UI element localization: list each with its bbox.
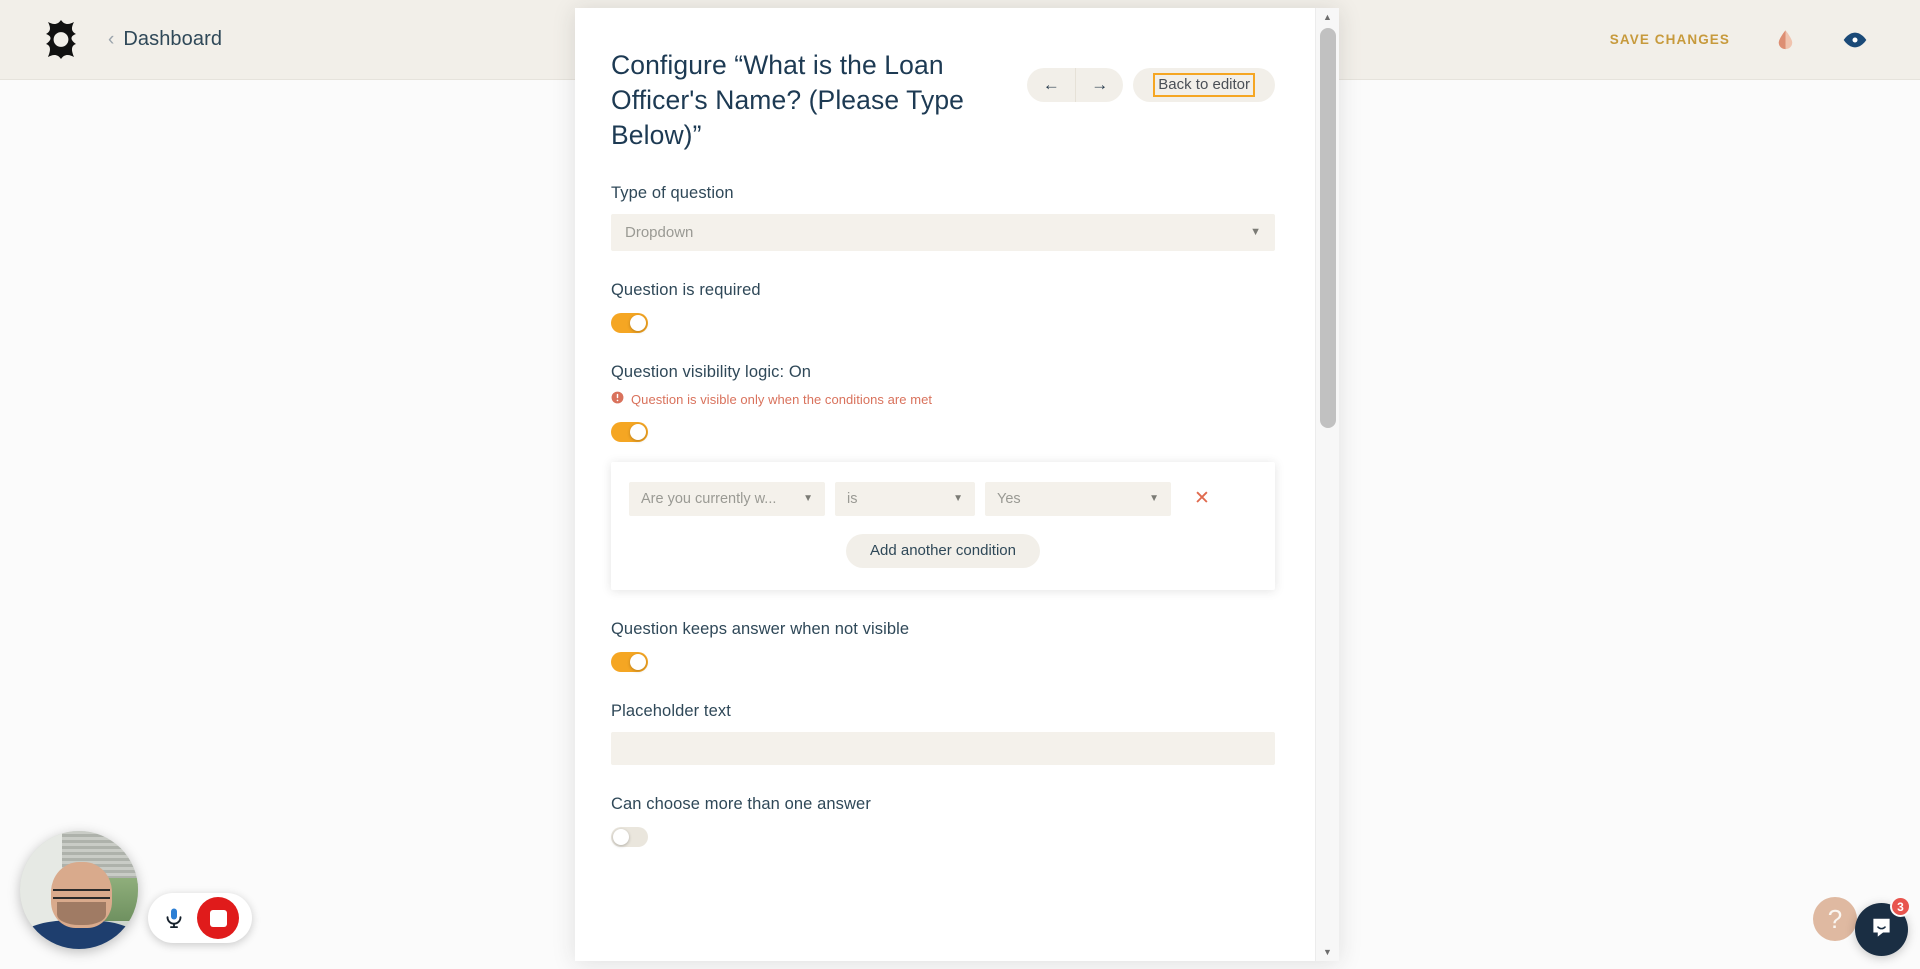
configure-question-modal: Configure “What is the Loan Officer's Na…	[575, 8, 1339, 961]
visibility-logic-hint: Question is visible only when the condit…	[611, 391, 1275, 409]
chevron-down-icon: ▼	[803, 493, 813, 505]
remove-condition-button[interactable]: ✕	[1189, 486, 1215, 512]
back-to-editor-button[interactable]: Back to editor	[1133, 68, 1275, 102]
chevron-left-icon: ‹	[108, 29, 115, 50]
modal-header: Configure “What is the Loan Officer's Na…	[611, 48, 1275, 154]
field-placeholder-text: Placeholder text	[611, 702, 1275, 765]
field-type-of-question: Type of question Dropdown ▼	[611, 184, 1275, 251]
visibility-logic-toggle[interactable]	[611, 421, 648, 442]
modal-header-actions: ← → Back to editor	[1027, 48, 1275, 102]
scroll-up-arrow[interactable]: ▲	[1316, 8, 1339, 26]
intercom-chat-icon	[1869, 915, 1894, 945]
breadcrumb-dashboard[interactable]: ‹ Dashboard	[108, 28, 222, 51]
toggle-knob	[630, 423, 646, 440]
condition-question-select[interactable]: Are you currently w... ▼	[629, 481, 825, 516]
modal-scrollbar[interactable]: ▲ ▼	[1315, 8, 1339, 961]
app-logo-star-icon[interactable]	[40, 19, 82, 61]
toggle-knob	[630, 653, 646, 670]
scroll-down-arrow[interactable]: ▼	[1316, 943, 1339, 961]
scrollbar-thumb[interactable]	[1320, 28, 1336, 428]
modal-title: Configure “What is the Loan Officer's Na…	[611, 50, 965, 151]
recorder-controls	[148, 893, 252, 943]
field-question-required: Question is required	[611, 281, 1275, 333]
keeps-answer-toggle[interactable]	[611, 651, 648, 672]
chat-unread-badge: 3	[1890, 896, 1911, 917]
help-button[interactable]: ?	[1813, 897, 1857, 941]
toggle-knob	[630, 314, 646, 331]
add-condition-row: Add another condition	[629, 533, 1257, 568]
eye-icon[interactable]	[1840, 25, 1870, 55]
type-of-question-value: Dropdown	[625, 223, 694, 241]
multi-answer-label: Can choose more than one answer	[611, 794, 871, 813]
stop-square-icon	[209, 909, 227, 927]
webcam-self-view-avatar[interactable]	[20, 831, 138, 949]
question-required-label: Question is required	[611, 280, 761, 299]
field-multi-answer: Can choose more than one answer	[611, 795, 1275, 847]
screen-recorder-widget	[12, 828, 262, 958]
chevron-down-icon: ▼	[1149, 493, 1159, 505]
question-nav-group: ← →	[1027, 68, 1124, 102]
microphone-icon[interactable]	[157, 901, 191, 935]
condition-operator-select[interactable]: is ▼	[835, 481, 975, 516]
question-required-toggle[interactable]	[611, 312, 648, 333]
type-of-question-label: Type of question	[611, 183, 734, 202]
toggle-knob	[613, 828, 629, 845]
breadcrumb-label: Dashboard	[123, 28, 223, 50]
question-mark-icon: ?	[1827, 904, 1843, 934]
webcam-person-beard	[56, 901, 107, 926]
condition-row: Are you currently w... ▼ is ▼ Yes ▼ ✕	[629, 481, 1257, 516]
condition-operator-value: is	[847, 490, 858, 507]
info-icon	[611, 391, 624, 409]
droplet-icon[interactable]	[1770, 25, 1800, 55]
placeholder-text-label: Placeholder text	[611, 701, 731, 720]
back-to-editor-label: Back to editor	[1153, 73, 1255, 97]
modal-content: Configure “What is the Loan Officer's Na…	[575, 8, 1315, 961]
webcam-person-glasses	[53, 888, 110, 900]
top-header-actions: SAVE CHANGES	[1610, 25, 1892, 55]
add-another-condition-button[interactable]: Add another condition	[846, 533, 1040, 568]
app-root: ‹ Dashboard SAVE CHANGES Configure “What…	[0, 0, 1920, 969]
field-keeps-answer: Question keeps answer when not visible	[611, 620, 1275, 672]
conditions-card: Are you currently w... ▼ is ▼ Yes ▼ ✕ Ad…	[611, 461, 1275, 590]
type-of-question-select[interactable]: Dropdown ▼	[611, 213, 1275, 251]
previous-question-button[interactable]: ←	[1027, 68, 1075, 102]
field-visibility-logic: Question visibility logic: On Question i…	[611, 363, 1275, 442]
chevron-down-icon: ▼	[1250, 226, 1261, 239]
visibility-logic-hint-text: Question is visible only when the condit…	[631, 392, 933, 408]
placeholder-text-input[interactable]	[611, 731, 1275, 765]
stop-recording-button[interactable]	[197, 897, 239, 939]
chevron-down-icon: ▼	[953, 493, 963, 505]
condition-question-value: Are you currently w...	[641, 490, 777, 507]
next-question-button[interactable]: →	[1075, 68, 1123, 102]
condition-value-select[interactable]: Yes ▼	[985, 481, 1171, 516]
multi-answer-toggle[interactable]	[611, 826, 648, 847]
visibility-logic-label: Question visibility logic: On	[611, 362, 812, 381]
condition-value-value: Yes	[997, 490, 1021, 507]
save-changes-button[interactable]: SAVE CHANGES	[1610, 32, 1730, 47]
keeps-answer-label: Question keeps answer when not visible	[611, 619, 910, 638]
